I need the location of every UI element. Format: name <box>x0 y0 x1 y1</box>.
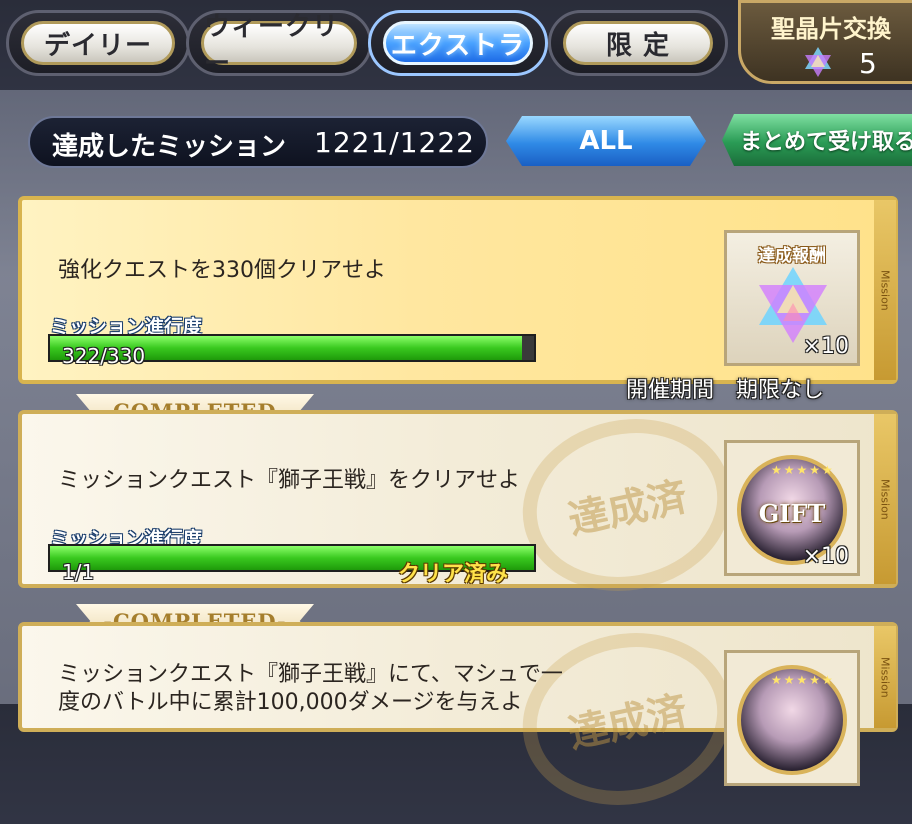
mission-progress-text: 322/330 <box>62 344 146 368</box>
achieved-missions-summary: 達成したミッション 1221/1222 <box>28 116 488 168</box>
mission-description: 強化クエストを330個クリアせよ <box>58 258 386 283</box>
shop-title: 聖晶片交換 <box>771 15 891 43</box>
tab-daily[interactable]: デイリー <box>6 10 190 76</box>
saint-quartz-fragment-icon <box>805 47 831 77</box>
quartz-fragment-exchange-button[interactable]: 聖晶片交換 5 <box>738 0 912 84</box>
mission-description-line2: 度のバトル中に累計100,000ダメージを与えよ <box>58 690 523 715</box>
summary-label: 達成したミッション <box>52 132 287 162</box>
rarity-stars-icon: ★★★★★ <box>771 673 835 687</box>
rarity-stars-icon: ★★★★★ <box>771 463 835 477</box>
gift-label: GIFT <box>758 499 826 528</box>
claim-all-button[interactable]: まとめて受け取る <box>722 114 912 166</box>
tab-bar: デイリー ウィークリー エクストラ 限 定 聖晶片交換 5 <box>0 0 912 92</box>
cleared-label: クリア済み <box>398 562 509 587</box>
tab-limited-label: 限 定 <box>563 21 713 65</box>
tab-extra-label: エクストラ <box>383 21 533 65</box>
event-period: 開催期間 期限なし <box>626 378 825 403</box>
filter-all-button[interactable]: ALL <box>506 116 706 166</box>
reward-box[interactable]: ★★★★★ <box>724 650 860 786</box>
tab-weekly-label: ウィークリー <box>201 12 357 79</box>
mission-side-tag: Mission <box>874 626 896 728</box>
tab-extra[interactable]: エクストラ <box>368 10 548 76</box>
gift-servant-icon: ★★★★★ <box>737 665 847 775</box>
mission-card[interactable]: 達成済 ミッションクエスト『獅子王戦』をクリアせよ ミッション進行度 1/1 ク… <box>18 400 898 610</box>
achieved-stamp: 達成済 <box>506 614 748 824</box>
tab-weekly[interactable]: ウィークリー <box>186 10 372 79</box>
mission-side-tag: Mission <box>874 414 896 584</box>
mission-description: ミッションクエスト『獅子王戦』をクリアせよ <box>58 468 521 493</box>
summary-count: 1221/1222 <box>314 126 475 159</box>
achieved-stamp: 達成済 <box>506 400 748 610</box>
reward-quantity: ×10 <box>802 544 849 569</box>
reward-quantity: ×10 <box>802 334 849 359</box>
tab-limited[interactable]: 限 定 <box>548 10 728 76</box>
mission-side-tag: Mission <box>874 200 896 380</box>
mission-progress-text: 1/1 <box>62 560 95 584</box>
shop-count: 5 <box>859 47 877 80</box>
mission-card[interactable]: 強化クエストを330個クリアせよ ミッション進行度 322/330 達成報酬 ×… <box>18 196 898 384</box>
reward-box[interactable]: ★★★★★ GIFT ×10 <box>724 440 860 576</box>
mission-card[interactable]: 達成済 ミッションクエスト『獅子王戦』にて、マシュで一 度のバトル中に累計100… <box>18 614 898 824</box>
tab-daily-label: デイリー <box>21 21 175 65</box>
reward-box[interactable]: 達成報酬 ×10 <box>724 230 860 366</box>
